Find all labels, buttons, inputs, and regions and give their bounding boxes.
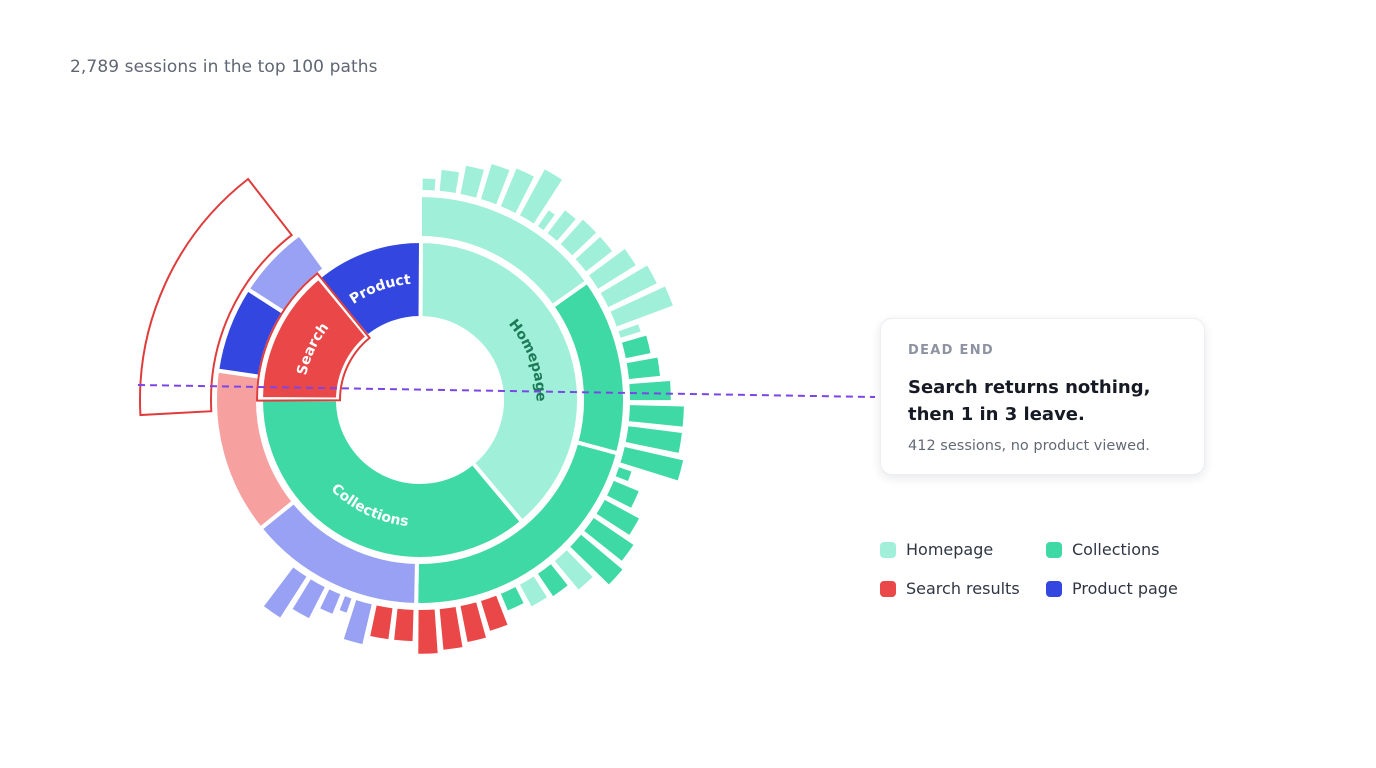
legend-label: Search results	[906, 579, 1020, 598]
outer-bar-18	[625, 426, 682, 453]
outer-bar-13	[618, 324, 641, 338]
legend-item-product-page: Product page	[1046, 579, 1216, 598]
callout-title: Search returns nothing, then 1 in 3 leav…	[908, 374, 1177, 428]
outer-bar-33	[394, 608, 414, 642]
legend-item-homepage: Homepage	[880, 540, 1046, 559]
legend-swatch	[1046, 580, 1062, 597]
outer-bar-2	[460, 165, 484, 198]
legend-swatch	[880, 541, 896, 558]
outer-bar-16	[629, 380, 671, 401]
legend-swatch	[1046, 541, 1062, 558]
callout-note: 412 sessions, no product viewed.	[908, 438, 1150, 454]
outer-bar-20	[615, 467, 632, 481]
outer-bar-1	[439, 170, 460, 194]
outer-bar-15	[626, 357, 660, 380]
outer-bar-28	[500, 587, 524, 611]
legend-item-collections: Collections	[1046, 540, 1216, 559]
legend-label: Product page	[1072, 579, 1178, 598]
callout-eyebrow: DEAD END	[908, 343, 995, 358]
outer-bar-31	[439, 606, 463, 650]
outer-bar-14	[621, 335, 651, 359]
legend-label: Homepage	[906, 540, 994, 559]
outer-bar-21	[607, 480, 639, 508]
outer-bar-30	[460, 602, 486, 642]
outer-bar-0	[422, 178, 436, 191]
legend-swatch	[880, 580, 896, 597]
outer-bar-36	[339, 596, 352, 613]
dead-end-callout: DEAD END Search returns nothing, then 1 …	[880, 318, 1205, 475]
outer-bar-29	[481, 595, 508, 631]
callout-title-line-2: then 1 in 3 leave.	[908, 404, 1085, 425]
outer-bar-37	[320, 589, 341, 614]
outer-bar-32	[418, 609, 438, 654]
outer-bar-34	[370, 605, 393, 640]
callout-title-line-1: Search returns nothing,	[908, 377, 1151, 398]
legend-item-search-results: Search results	[880, 579, 1046, 598]
chart-legend: Homepage Collections Search results Prod…	[880, 540, 1216, 598]
legend-label: Collections	[1072, 540, 1160, 559]
outer-bar-17	[628, 405, 684, 427]
